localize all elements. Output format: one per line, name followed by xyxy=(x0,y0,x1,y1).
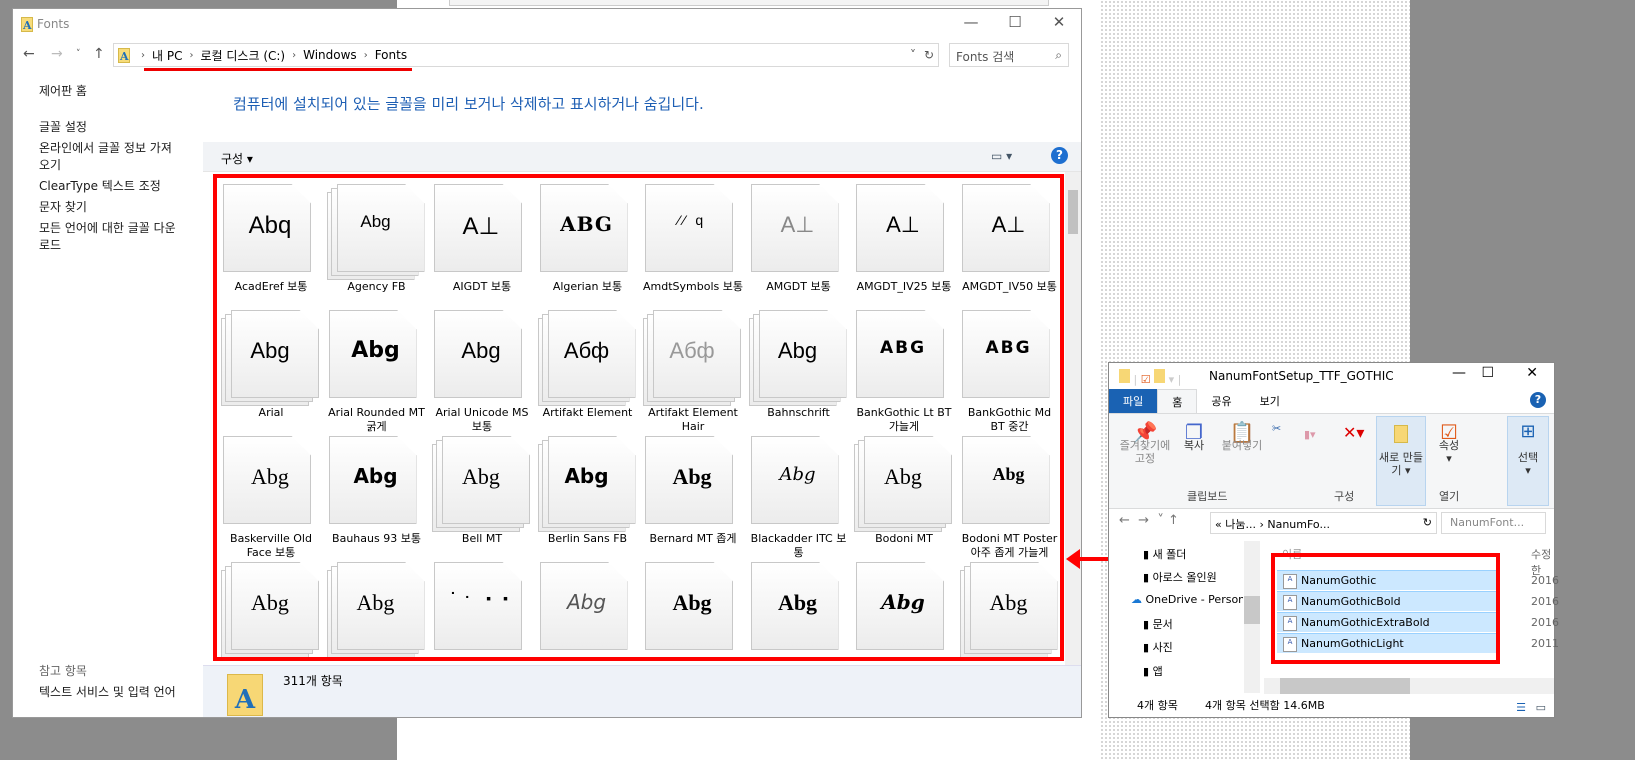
fonts-folder-icon xyxy=(21,16,33,32)
nav-item-new-folder[interactable]: ▮ 새 폴더 xyxy=(1143,546,1186,562)
cut-icon[interactable]: ✂ xyxy=(1272,422,1281,435)
breadcrumb-pc[interactable]: 내 PC xyxy=(152,47,182,64)
selection-status: 4개 항목 선택함 14.6MB xyxy=(1205,699,1325,712)
delete-icon[interactable]: ✕▾ xyxy=(1343,425,1364,441)
refresh-icon: ↻ xyxy=(1422,516,1432,529)
new-folder-icon xyxy=(1394,425,1408,443)
view-options-icon[interactable]: ▭ ▾ xyxy=(991,149,1012,163)
sidebar: 제어판 홈 글꼴 설정 온라인에서 글꼴 정보 가져오기 ClearType 텍… xyxy=(13,79,203,717)
copy-icon: ❐ xyxy=(1185,420,1203,444)
paste-button[interactable]: 📋 붙여넣기 xyxy=(1217,420,1267,452)
select-all-icon: ⊞ xyxy=(1520,421,1536,442)
font-settings-link[interactable]: 글꼴 설정 xyxy=(13,119,203,136)
ribbon: 📌 즐겨찾기에 고정 ❐ 복사 📋 붙여넣기 ✂ 클립보드 ▮▾ ✕▾ 구성 새로 만… xyxy=(1109,413,1554,509)
forward-icon[interactable]: → xyxy=(51,46,63,62)
refresh-icon[interactable]: ↻ xyxy=(924,48,934,62)
new-folder-button[interactable]: 새로 만들기 ▾ xyxy=(1376,416,1426,506)
window-title: NanumFontSetup_TTF_GOTHIC xyxy=(1209,369,1394,383)
annotation-arrow-head xyxy=(1066,549,1080,569)
item-count: 4개 항목 xyxy=(1137,699,1178,712)
text-services-link[interactable]: 텍스트 서비스 및 입력 언어 xyxy=(13,684,202,701)
nav-item-pictures[interactable]: ▮ 사진 xyxy=(1143,639,1173,655)
nav-item-aros[interactable]: ▮ 아로스 올인원 xyxy=(1143,569,1217,585)
annotation-box xyxy=(213,174,1064,661)
minimize-button[interactable]: — xyxy=(951,13,991,31)
open-group-label: 열기 xyxy=(1439,490,1460,503)
address-bar[interactable]: › 내 PC› 로컬 디스크 (C:)› Windows› Fonts ˅ ↻ xyxy=(113,43,939,67)
tab-share[interactable]: 공유 xyxy=(1197,389,1245,413)
control-panel-home-link[interactable]: 제어판 홈 xyxy=(13,83,203,100)
up-icon[interactable]: ↑ xyxy=(93,46,105,62)
help-icon[interactable]: ? xyxy=(1051,147,1068,164)
copy-button[interactable]: ❐ 복사 xyxy=(1179,420,1209,452)
minimize-button[interactable]: — xyxy=(1452,365,1466,381)
nav-scrollbar[interactable] xyxy=(1244,541,1260,693)
toolbar: 구성 ▾ ▭ ▾ ? xyxy=(203,142,1081,172)
address-dropdown-icon[interactable]: ˅ xyxy=(910,48,916,62)
search-input[interactable]: NanumFont... xyxy=(1441,512,1546,534)
properties-icon: ☑ xyxy=(1440,420,1458,444)
fonts-window: Fonts — ☐ ✕ ← → ˅ ↑ › 내 PC› 로컬 디스크 (C:)›… xyxy=(12,8,1082,718)
organize-group-label: 구성 xyxy=(1334,490,1355,503)
paste-icon: 📋 xyxy=(1229,420,1255,444)
select-button[interactable]: ⊞ 선택 ▾ xyxy=(1507,416,1549,506)
properties-button[interactable]: ☑ 속성 ▾ xyxy=(1434,420,1464,465)
quick-access-toolbar[interactable]: | ☑ ▾ | xyxy=(1119,369,1181,386)
move-to-icon[interactable]: ▮▾ xyxy=(1304,428,1316,441)
breadcrumb-fonts[interactable]: Fonts xyxy=(375,48,407,62)
maximize-button[interactable]: ☐ xyxy=(995,13,1035,31)
fonts-folder-large-icon: A xyxy=(227,674,263,716)
status-bar: A 311개 항목 xyxy=(203,665,1081,717)
tab-file[interactable]: 파일 xyxy=(1109,389,1158,413)
nav-buttons[interactable]: ← → ˅ ↑ xyxy=(1119,513,1179,528)
help-icon[interactable]: ? xyxy=(1530,392,1546,408)
search-input[interactable]: Fonts 검색 ⌕ xyxy=(949,43,1069,67)
recent-chevron-icon[interactable]: ˅ xyxy=(76,49,81,59)
vertical-scrollbar[interactable] xyxy=(1065,172,1081,667)
online-font-info-link[interactable]: 온라인에서 글꼴 정보 가져오기 xyxy=(13,140,203,174)
breadcrumb-windows[interactable]: Windows xyxy=(303,48,357,62)
nav-item-onedrive[interactable]: ☁ OneDrive - Personal xyxy=(1131,593,1243,606)
horizontal-scrollbar[interactable] xyxy=(1264,678,1554,694)
tab-home[interactable]: 홈 xyxy=(1157,389,1198,413)
pin-button[interactable]: 📌 즐겨찾기에 고정 xyxy=(1117,420,1173,465)
page-heading: 컴퓨터에 설치되어 있는 글꼴을 미리 보거나 삭제하고 표시하거나 숨깁니다. xyxy=(233,95,704,113)
item-count: 311개 항목 xyxy=(283,674,343,688)
organize-button[interactable]: 구성 ▾ xyxy=(221,150,253,167)
details-view-icon[interactable]: ☰ xyxy=(1516,701,1526,714)
tab-view[interactable]: 보기 xyxy=(1246,389,1294,413)
address-bar[interactable]: « 나눔... › NanumFo... ↻ xyxy=(1210,512,1437,534)
see-also-heading: 참고 항목 xyxy=(39,664,87,678)
annotation-box xyxy=(1271,553,1500,664)
cleartype-link[interactable]: ClearType 텍스트 조정 xyxy=(13,178,203,195)
nav-item-documents[interactable]: ▮ 문서 xyxy=(1143,616,1173,632)
nav-item-apps[interactable]: ▮ 앱 xyxy=(1143,663,1163,679)
search-icon: ⌕ xyxy=(1055,48,1062,62)
close-button[interactable]: ✕ xyxy=(1526,365,1538,381)
clipboard-group-label: 클립보드 xyxy=(1187,490,1228,503)
pin-icon: 📌 xyxy=(1132,420,1158,444)
annotation-arrow xyxy=(1078,557,1108,561)
maximize-button[interactable]: ☐ xyxy=(1481,365,1494,381)
download-fonts-link[interactable]: 모든 언어에 대한 글꼴 다운로드 xyxy=(13,220,203,254)
large-icons-view-icon[interactable]: ▭ xyxy=(1536,701,1546,714)
find-character-link[interactable]: 문자 찾기 xyxy=(13,199,203,216)
nanum-folder-window: | ☑ ▾ | NanumFontSetup_TTF_GOTHIC — ☐ ✕ … xyxy=(1108,362,1559,718)
close-button[interactable]: ✕ xyxy=(1039,13,1079,31)
breadcrumb-c-drive[interactable]: 로컬 디스크 (C:) xyxy=(200,47,285,64)
fonts-folder-icon xyxy=(118,47,130,63)
back-icon[interactable]: ← xyxy=(23,46,35,62)
title-bar: Fonts xyxy=(13,9,1081,39)
window-title: Fonts xyxy=(37,17,70,31)
